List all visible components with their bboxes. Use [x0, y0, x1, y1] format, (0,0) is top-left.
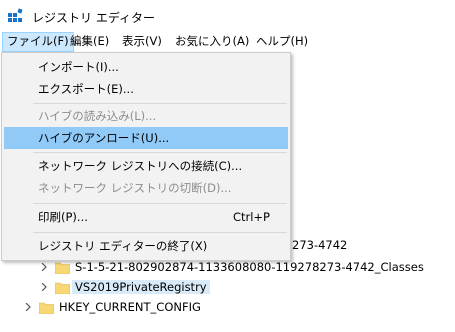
registry-editor-icon — [8, 8, 23, 22]
title-bar[interactable]: レジストリ エディター — [0, 0, 455, 32]
chevron-right-icon[interactable] — [24, 303, 32, 311]
menu-item-print[interactable]: 印刷(P)... Ctrl+P — [4, 206, 288, 228]
tree-row-current-config[interactable]: HKEY_CURRENT_CONFIG — [0, 298, 455, 318]
menu-bar: ファイル(F) 編集(E) 表示(V) お気に入り(A) ヘルプ(H) — [0, 32, 455, 52]
print-shortcut: Ctrl+P — [232, 210, 270, 224]
chevron-right-icon[interactable] — [40, 263, 48, 271]
menu-separator — [33, 103, 287, 104]
menu-item-export[interactable]: エクスポート(E)... — [4, 78, 288, 100]
menu-item-unload-hive[interactable]: ハイブのアンロード(U)... — [4, 127, 288, 149]
tree-row-classes[interactable]: S-1-5-21-802902874-1133608080-119278273-… — [0, 258, 455, 278]
menu-favorites[interactable]: お気に入り(A) — [171, 32, 253, 52]
menu-item-exit[interactable]: レジストリ エディターの終了(X) — [4, 235, 288, 257]
tree-label-selected: VS2019PrivateRegistry — [72, 280, 210, 294]
tree-label: HKEY_CURRENT_CONFIG — [59, 300, 201, 314]
menu-file[interactable]: ファイル(F) — [2, 32, 74, 52]
folder-icon — [55, 282, 70, 294]
menu-separator — [33, 203, 287, 204]
window-title: レジストリ エディター — [32, 11, 155, 25]
menu-item-connect-network-registry[interactable]: ネットワーク レジストリへの接続(C)... — [4, 155, 288, 177]
chevron-right-icon[interactable] — [40, 283, 48, 291]
tree-row-fragment: 273-4742 — [292, 238, 348, 252]
menu-view[interactable]: 表示(V) — [118, 32, 166, 52]
menu-item-load-hive: ハイブの読み込み(L)... — [38, 109, 157, 123]
folder-icon — [39, 302, 54, 314]
menu-edit[interactable]: 編集(E) — [66, 32, 113, 52]
tree-label: S-1-5-21-802902874-1133608080-119278273-… — [75, 260, 424, 274]
tree-row-vs2019[interactable]: VS2019PrivateRegistry — [0, 278, 455, 298]
menu-item-disconnect-network-registry: ネットワーク レジストリの切断(D)... — [38, 181, 232, 195]
menu-help[interactable]: ヘルプ(H) — [252, 32, 312, 52]
menu-separator — [33, 232, 287, 233]
print-label: 印刷(P)... — [38, 210, 88, 224]
menu-item-import[interactable]: インポート(I)... — [4, 56, 288, 78]
menu-separator — [33, 152, 287, 153]
folder-icon — [55, 262, 70, 274]
file-menu-dropdown: インポート(I)... エクスポート(E)... ハイブの読み込み(L)... … — [1, 52, 291, 261]
